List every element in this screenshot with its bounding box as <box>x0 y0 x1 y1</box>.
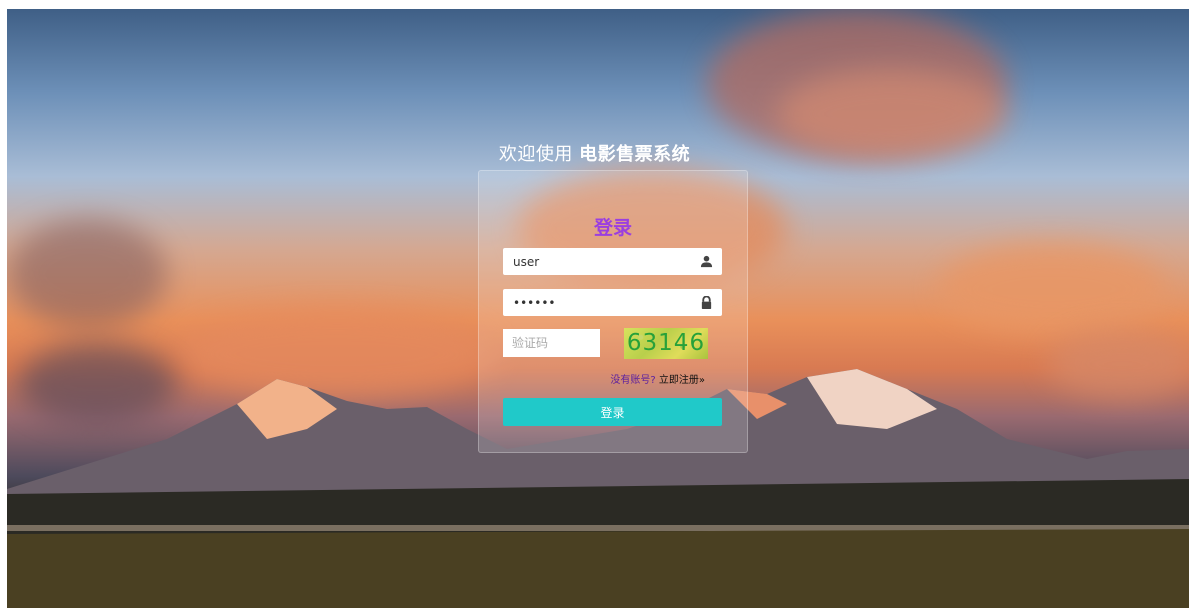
username-input[interactable] <box>503 248 693 275</box>
system-name: 电影售票系统 <box>579 144 691 165</box>
password-field[interactable] <box>503 289 722 316</box>
username-field[interactable] <box>503 248 722 275</box>
captcha-image[interactable]: 63146 <box>624 328 708 359</box>
captcha-input[interactable] <box>503 329 600 357</box>
welcome-title: 欢迎使用 电影售票系统 <box>0 140 1189 166</box>
no-account-text: 没有账号? <box>610 375 656 386</box>
login-panel: 登录 63146 没有账号? 立即注册» 登录 <box>478 170 748 453</box>
register-prompt: 没有账号? 立即注册» <box>479 371 705 386</box>
lock-icon <box>701 296 712 309</box>
login-button[interactable]: 登录 <box>503 398 722 426</box>
password-input[interactable] <box>503 289 693 316</box>
login-heading: 登录 <box>593 217 632 239</box>
user-icon <box>700 255 713 268</box>
welcome-prefix: 欢迎使用 <box>498 144 573 165</box>
register-link[interactable]: 立即注册» <box>659 375 705 386</box>
